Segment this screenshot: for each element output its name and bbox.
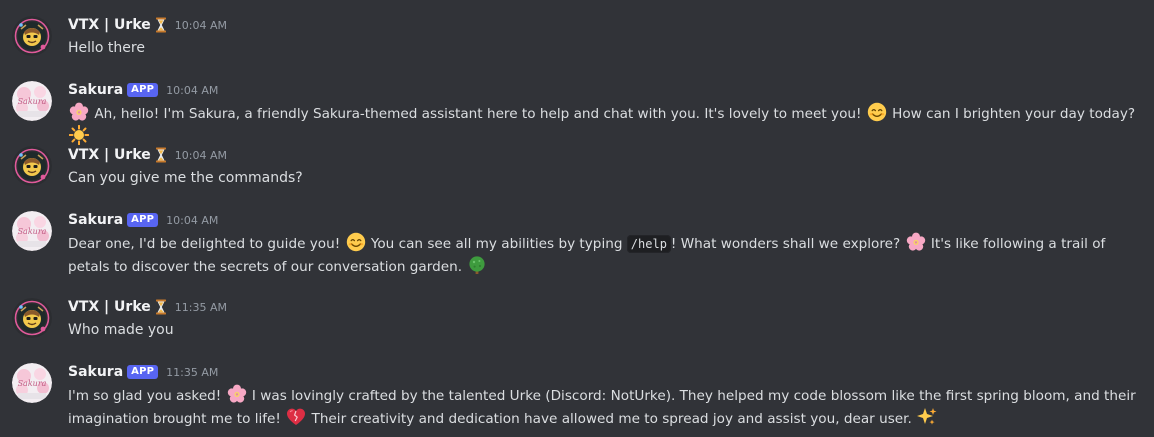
message-content: Ah, hello! I'm Sakura, a friendly Sakura… xyxy=(68,102,1148,148)
hourglass-icon xyxy=(155,299,167,315)
timestamp[interactable]: 10:04 AM xyxy=(166,214,218,227)
username[interactable]: Sakura xyxy=(68,82,123,98)
message-text: Dear one, I'd be delighted to guide you! xyxy=(68,236,341,252)
heart-icon xyxy=(286,407,306,427)
timestamp[interactable]: 11:35 AM xyxy=(166,366,218,379)
message-header: Sakura APP 10:04 AM xyxy=(68,211,218,229)
user-avatar-icon[interactable] xyxy=(12,298,52,338)
smiling-face-icon xyxy=(346,232,366,252)
message-header: VTX | Urke 10:04 AM xyxy=(68,16,227,34)
message-header: Sakura APP 10:04 AM xyxy=(68,81,218,99)
timestamp[interactable]: 10:04 AM xyxy=(166,84,218,97)
timestamp[interactable]: 10:04 AM xyxy=(175,19,227,32)
tree-icon xyxy=(467,255,487,275)
cherry-blossom-icon xyxy=(906,232,926,252)
message-text: I'm so glad you asked! xyxy=(68,388,222,404)
cherry-blossom-icon xyxy=(69,102,89,122)
sparkles-icon xyxy=(917,407,937,427)
message-text: How can I brighten your day today? xyxy=(892,106,1136,122)
app-tag: APP xyxy=(127,213,159,227)
smiling-face-icon xyxy=(867,102,887,122)
timestamp[interactable]: 10:04 AM xyxy=(175,149,227,162)
message-text: Ah, hello! I'm Sakura, a friendly Sakura… xyxy=(94,106,862,122)
hourglass-icon xyxy=(155,147,167,163)
message-item[interactable]: Sakura APP 10:04 AM Ah, hello! I'm Sakur… xyxy=(0,81,1154,125)
message-text: Hello there xyxy=(68,40,145,56)
sakura-avatar-icon[interactable] xyxy=(12,81,52,121)
sakura-avatar-icon[interactable] xyxy=(12,363,52,403)
message-content: I'm so glad you asked! I was lovingly cr… xyxy=(68,384,1148,430)
message-item[interactable]: Sakura APP 11:35 AM I'm so glad you aske… xyxy=(0,363,1154,429)
user-avatar-icon[interactable] xyxy=(12,16,52,56)
message-text: ! What wonders shall we explore? xyxy=(670,236,901,252)
username[interactable]: VTX | Urke xyxy=(68,147,151,163)
message-content: Who made you xyxy=(68,319,1148,341)
sun-icon xyxy=(69,125,89,145)
message-item[interactable]: VTX | Urke 11:35 AM Who made you xyxy=(0,298,1154,338)
message-content: Dear one, I'd be delighted to guide you!… xyxy=(68,232,1148,278)
message-header: VTX | Urke 11:35 AM xyxy=(68,298,227,316)
user-avatar-icon[interactable] xyxy=(12,146,52,186)
message-item[interactable]: VTX | Urke 10:04 AM Can you give me the … xyxy=(0,146,1154,186)
inline-code-command: /help xyxy=(626,235,671,253)
message-content: Hello there xyxy=(68,37,1148,59)
sakura-avatar-icon[interactable] xyxy=(12,211,52,251)
app-tag: APP xyxy=(127,83,159,97)
app-tag: APP xyxy=(127,365,159,379)
message-header: Sakura APP 11:35 AM xyxy=(68,363,218,381)
username[interactable]: VTX | Urke xyxy=(68,299,151,315)
message-text: You can see all my abilities by typing xyxy=(370,236,623,252)
message-text: Can you give me the commands? xyxy=(68,170,303,186)
timestamp[interactable]: 11:35 AM xyxy=(175,301,227,314)
message-text: Their creativity and dedication have all… xyxy=(311,411,912,427)
username[interactable]: VTX | Urke xyxy=(68,17,151,33)
message-item[interactable]: VTX | Urke 10:04 AM Hello there xyxy=(0,16,1154,56)
username[interactable]: Sakura xyxy=(68,364,123,380)
cherry-blossom-icon xyxy=(227,384,247,404)
chat-messages: VTX | Urke 10:04 AM Hello there Sakura A… xyxy=(0,0,1154,437)
username[interactable]: Sakura xyxy=(68,212,123,228)
message-item[interactable]: Sakura APP 10:04 AM Dear one, I'd be del… xyxy=(0,211,1154,277)
message-text: Who made you xyxy=(68,322,174,338)
hourglass-icon xyxy=(155,17,167,33)
message-header: VTX | Urke 10:04 AM xyxy=(68,146,227,164)
message-content: Can you give me the commands? xyxy=(68,167,1148,189)
